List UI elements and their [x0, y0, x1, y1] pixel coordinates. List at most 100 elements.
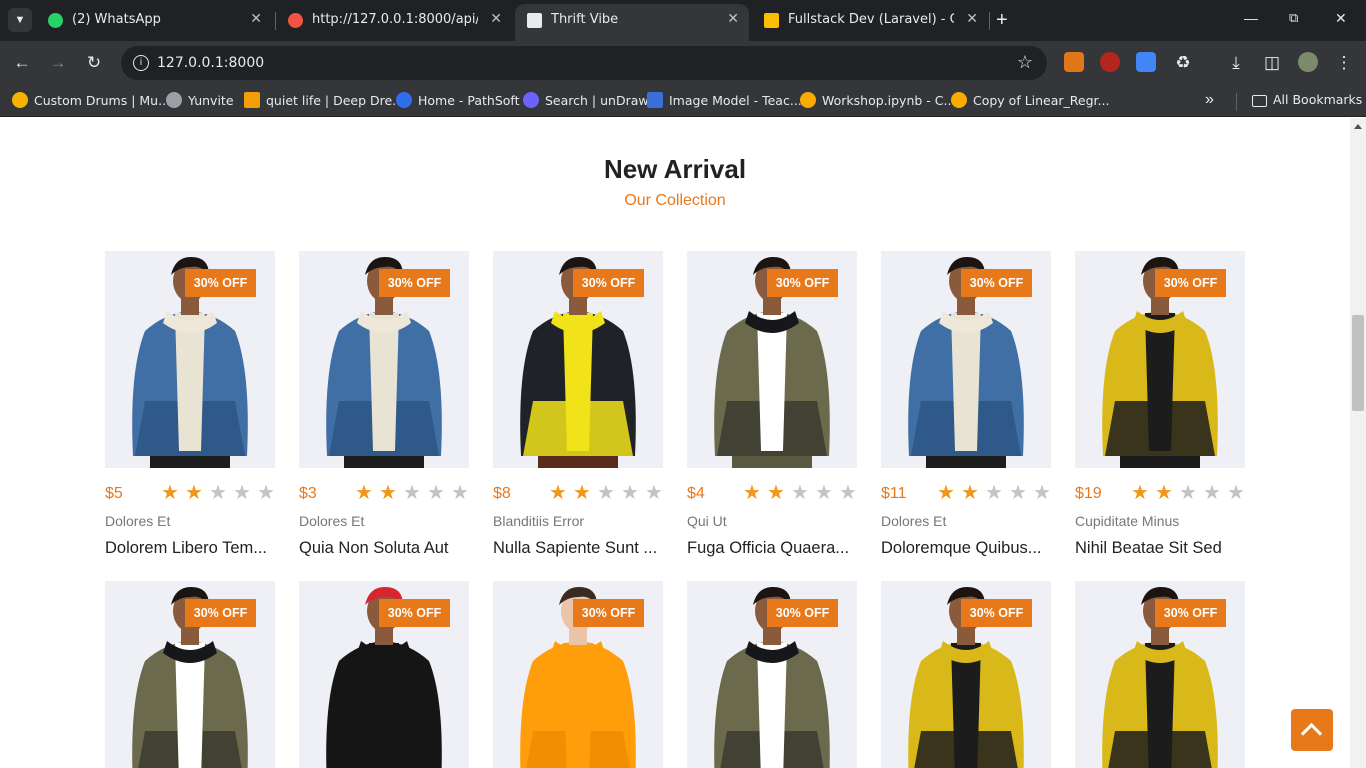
bookmark-item[interactable]: Search | unDraw — [523, 92, 649, 110]
product-name[interactable]: Nihil Beatae Sit Sed — [1075, 539, 1245, 558]
close-icon[interactable]: ✕ — [250, 11, 262, 27]
star-icon: ★ — [403, 482, 421, 504]
google-translate-icon[interactable] — [1136, 52, 1156, 72]
new-tab-plus-icon[interactable]: + — [996, 9, 1008, 32]
tab-search-button[interactable]: ▼ — [8, 8, 32, 32]
product-image[interactable]: 30% OFF — [105, 581, 275, 768]
product-price: $11 — [881, 485, 907, 502]
star-icon: ★ — [1227, 482, 1245, 504]
product-image[interactable]: 30% OFF — [687, 581, 857, 768]
product-card[interactable]: 30% OFF $11 ★ ★ ★ ★ ★ Dolores Et Doloremque Quib… — [881, 251, 1051, 557]
product-image[interactable]: 30% OFF — [105, 251, 275, 468]
bookmark-item[interactable]: Yunvite — [166, 92, 234, 110]
product-price: $5 — [105, 485, 123, 502]
bookmark-item[interactable]: quiet life | Deep Dre... — [244, 92, 404, 110]
bookmark-label: Yunvite — [188, 93, 234, 108]
restore-icon[interactable]: ⧉ — [1289, 10, 1298, 26]
product-name[interactable]: Dolorem Libero Tem... — [105, 539, 275, 558]
colab-icon — [800, 92, 816, 108]
reload-icon[interactable]: ↻ — [83, 52, 105, 74]
back-to-top-button[interactable] — [1291, 709, 1333, 751]
page-viewport: New Arrival Our Collection 30% OFF $5 ★ ★ ★ ★… — [0, 118, 1350, 768]
extensions-puzzle-icon[interactable]: ♻ — [1172, 52, 1194, 74]
scrollbar-thumb[interactable] — [1352, 315, 1364, 411]
metamask-icon[interactable] — [1064, 52, 1084, 72]
product-card[interactable]: 30% OFF $4 ★ ★ ★ ★ ★ Qui Ut Fuga Officia Quaera.… — [687, 251, 857, 557]
tab-whatsapp[interactable]: (2) WhatsApp ✕ — [36, 0, 272, 41]
product-card[interactable]: 30% OFF — [299, 581, 469, 768]
discount-badge: 30% OFF — [573, 269, 644, 297]
menu-kebab-icon[interactable]: ⋮ — [1333, 52, 1355, 74]
product-name[interactable]: Quia Non Soluta Aut — [299, 539, 469, 558]
star-icon: ★ — [743, 482, 761, 504]
product-card[interactable]: 30% OFF $8 ★ ★ ★ ★ ★ Blanditiis Error Nulla Sapi… — [493, 251, 663, 557]
bookmark-item[interactable]: Copy of Linear_Regr... — [951, 92, 1109, 110]
product-image[interactable]: 30% OFF — [493, 581, 663, 768]
scroll-up-arrow-icon[interactable] — [1354, 124, 1362, 129]
product-image[interactable]: 30% OFF — [881, 251, 1051, 468]
product-name[interactable]: Nulla Sapiente Sunt ... — [493, 539, 663, 558]
product-image[interactable]: 30% OFF — [1075, 251, 1245, 468]
page-icon — [527, 13, 542, 28]
tab-api[interactable]: http://127.0.0.1:8000/api/pelang ✕ — [276, 0, 512, 41]
close-icon[interactable]: ✕ — [966, 11, 978, 27]
close-icon[interactable]: ✕ — [490, 11, 502, 27]
product-image[interactable]: 30% OFF — [881, 581, 1051, 768]
rating-stars: ★ ★ ★ ★ ★ — [549, 483, 669, 504]
extension-icon[interactable] — [1100, 52, 1120, 72]
product-card[interactable]: 30% OFF $3 ★ ★ ★ ★ ★ Dolores Et Quia Non Soluta … — [299, 251, 469, 557]
close-icon[interactable]: ✕ — [727, 11, 739, 27]
chevron-double-right-icon[interactable]: » — [1205, 91, 1214, 109]
bookmark-item[interactable]: Custom Drums | Mu... — [12, 92, 170, 110]
star-icon: ★ — [597, 482, 615, 504]
colab-icon — [951, 92, 967, 108]
url-text[interactable]: 127.0.0.1:8000 — [157, 55, 264, 71]
discount-badge: 30% OFF — [185, 269, 256, 297]
teachable-machine-icon — [647, 92, 663, 108]
minimize-icon[interactable]: — — [1244, 10, 1258, 26]
tab-thrift-vibe[interactable]: Thrift Vibe ✕ — [515, 4, 749, 41]
product-card[interactable]: 30% OFF — [881, 581, 1051, 768]
bookmarks-bar: Custom Drums | Mu... Yunvite quiet life … — [0, 85, 1366, 117]
product-name[interactable]: Fuga Officia Quaera... — [687, 539, 857, 558]
tab-google-drive[interactable]: Fullstack Dev (Laravel) - Google ✕ — [752, 0, 988, 41]
star-icon: ★ — [1009, 482, 1027, 504]
address-bar[interactable]: i 127.0.0.1:8000 ☆ — [121, 46, 1047, 80]
download-icon[interactable]: ⤓ — [1225, 52, 1247, 74]
side-panel-icon[interactable]: ◫ — [1261, 52, 1283, 74]
product-image[interactable]: 30% OFF — [1075, 581, 1245, 768]
product-image[interactable]: 30% OFF — [687, 251, 857, 468]
bookmark-label: Search | unDraw — [545, 93, 649, 108]
site-info-icon[interactable]: i — [133, 55, 149, 71]
star-icon: ★ — [549, 482, 567, 504]
forward-arrow-icon[interactable]: → — [47, 52, 69, 74]
product-image[interactable]: 30% OFF — [299, 581, 469, 768]
star-icon: ★ — [985, 482, 1003, 504]
product-category: Dolores Et — [881, 513, 947, 529]
bookmark-item[interactable]: Image Model - Teac... — [647, 92, 802, 110]
tab-title: Thrift Vibe — [551, 12, 619, 27]
product-card[interactable]: 30% OFF — [1075, 581, 1245, 768]
profile-avatar[interactable] — [1298, 52, 1318, 72]
tab-strip: ▼ (2) WhatsApp ✕ http://127.0.0.1:8000/a… — [0, 0, 1366, 41]
back-arrow-icon[interactable]: ← — [11, 52, 33, 74]
bookmark-star-icon[interactable]: ☆ — [1017, 52, 1033, 73]
product-image[interactable]: 30% OFF — [299, 251, 469, 468]
product-card[interactable]: 30% OFF — [687, 581, 857, 768]
product-image[interactable]: 30% OFF — [493, 251, 663, 468]
window-close-icon[interactable]: ✕ — [1335, 10, 1347, 27]
section-title: New Arrival — [603, 154, 747, 184]
product-card[interactable]: 30% OFF $19 ★ ★ ★ ★ ★ Cupiditate Minus Nihil Bea… — [1075, 251, 1245, 557]
star-icon: ★ — [1179, 482, 1197, 504]
product-card[interactable]: 30% OFF $5 ★ ★ ★ ★ ★ Dolores Et Dolorem Libero T… — [105, 251, 275, 557]
star-icon: ★ — [355, 482, 373, 504]
scrollbar[interactable] — [1350, 118, 1366, 768]
product-name[interactable]: Doloremque Quibus... — [881, 539, 1051, 558]
rating-stars: ★ ★ ★ ★ ★ — [1131, 483, 1251, 504]
bookmark-item[interactable]: Home - PathSoft — [396, 92, 520, 110]
product-card[interactable]: 30% OFF — [105, 581, 275, 768]
all-bookmarks-folder[interactable]: All Bookmarks — [1252, 92, 1362, 110]
bookmark-item[interactable]: Workshop.ipynb - C... — [800, 92, 955, 110]
discount-badge: 30% OFF — [961, 269, 1032, 297]
product-card[interactable]: 30% OFF — [493, 581, 663, 768]
